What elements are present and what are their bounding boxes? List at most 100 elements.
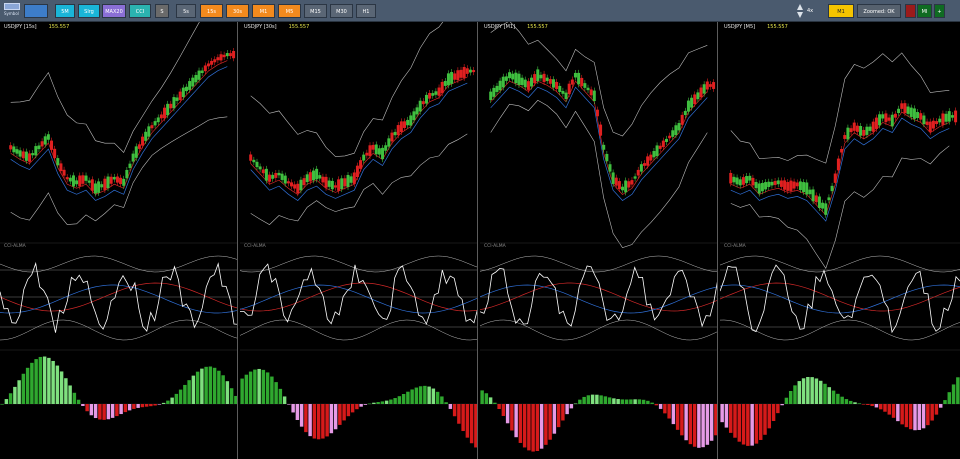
pane-price: 155.557 — [288, 24, 310, 30]
candle — [424, 94, 428, 104]
candle — [830, 185, 834, 192]
tf-5m-button[interactable]: 5M — [55, 4, 75, 18]
histogram-bar — [21, 373, 26, 404]
mi-toggle-button[interactable]: MI — [917, 4, 932, 18]
candle — [87, 180, 91, 183]
candle — [337, 179, 341, 191]
indicator-label: CCI-ALMA — [724, 244, 746, 249]
upper-band-line — [250, 22, 444, 157]
candle — [365, 152, 369, 156]
candle — [621, 186, 625, 191]
histogram-bar — [943, 400, 947, 404]
chart-canvas[interactable] — [0, 22, 238, 459]
tf-m5-button[interactable]: M5 — [278, 4, 301, 18]
histogram-bar — [240, 378, 244, 404]
symbol-select-button[interactable] — [24, 4, 48, 18]
histogram-bar — [0, 404, 4, 405]
candle — [916, 112, 920, 119]
chart-canvas[interactable] — [480, 22, 718, 459]
candle — [18, 150, 22, 157]
candle — [702, 84, 706, 94]
candle — [583, 83, 587, 88]
candle — [599, 124, 603, 136]
candle — [792, 181, 796, 189]
histogram-bar — [34, 359, 38, 404]
histogram-bar — [299, 404, 304, 427]
histogram-bar — [692, 404, 697, 447]
zoom-status-button[interactable]: Zoomed: OK — [857, 4, 901, 18]
histogram-bar — [221, 375, 225, 404]
histogram-bar — [144, 404, 149, 407]
candle — [396, 125, 400, 136]
histogram-bar — [810, 377, 814, 404]
pane-header: USDJPY [M1] 155.557 — [484, 24, 548, 30]
histogram-bar — [257, 368, 261, 404]
strategy-button[interactable]: Slrg — [78, 4, 100, 18]
spinner-up-icon[interactable] — [797, 4, 803, 10]
tf-m30-button[interactable]: M30 — [330, 4, 353, 18]
lower-band-line — [490, 99, 708, 249]
candle — [874, 117, 878, 129]
candle — [315, 168, 319, 180]
spinner-down-icon[interactable] — [797, 12, 803, 18]
tf-m15-button[interactable]: M15 — [304, 4, 327, 18]
histogram-bar — [561, 404, 565, 421]
candle — [732, 176, 736, 183]
candle — [249, 154, 253, 161]
candle — [833, 173, 837, 183]
s-button[interactable]: S — [155, 4, 169, 18]
pane-price: 155.557 — [48, 24, 70, 30]
histogram-bar — [947, 392, 952, 404]
candle — [912, 108, 916, 119]
tf-5s-button[interactable]: 5s — [176, 4, 196, 18]
histogram-bar — [274, 382, 278, 404]
max20-button[interactable]: MAX20 — [102, 4, 126, 18]
cci-button[interactable]: CCI — [129, 4, 151, 18]
chart-pane-30s[interactable]: USDJPY [30s] 155.557 CCI-ALMA — [240, 22, 478, 459]
candle — [56, 158, 60, 166]
pane-symbol: USDJPY [M5] — [724, 24, 756, 30]
candle — [15, 149, 19, 154]
histogram-bar — [595, 394, 599, 404]
histogram-bar — [81, 404, 85, 406]
histogram-bar — [861, 404, 866, 405]
candle — [274, 172, 278, 178]
histogram-bar — [474, 404, 477, 448]
histogram-bar — [166, 400, 170, 404]
tf-30s-button[interactable]: 30s — [226, 4, 249, 18]
red-toggle-button[interactable] — [905, 4, 916, 18]
candle — [219, 54, 223, 61]
histogram-bar — [565, 404, 569, 415]
candle — [919, 113, 923, 120]
candle — [252, 159, 256, 163]
histogram-bar — [733, 404, 737, 438]
tf-15s-button[interactable]: 15s — [200, 4, 223, 18]
chart-canvas[interactable] — [240, 22, 478, 459]
chart-pane-m1[interactable]: USDJPY [M1] 155.557 CCI-ALMA — [480, 22, 718, 459]
candle — [181, 87, 185, 98]
candle — [302, 178, 306, 186]
candle — [735, 177, 739, 185]
candle — [564, 92, 568, 100]
m1-badge[interactable]: M1 — [828, 4, 854, 18]
histogram-bar — [853, 402, 857, 404]
histogram-bar — [102, 404, 106, 420]
tf-m1-button[interactable]: M1 — [252, 4, 275, 18]
chart-pane-m5[interactable]: USDJPY [M5] 155.557 CCI-ALMA — [720, 22, 960, 459]
chart-canvas[interactable] — [720, 22, 960, 459]
candle — [944, 113, 948, 122]
plus-button[interactable]: + — [934, 4, 945, 18]
candle — [290, 182, 294, 187]
histogram-bar — [510, 404, 514, 431]
candle — [147, 126, 151, 137]
tf-h1-button[interactable]: H1 — [356, 4, 376, 18]
candle — [539, 74, 543, 79]
candle — [65, 177, 69, 180]
histogram-bar — [153, 404, 157, 406]
histogram-bar — [13, 386, 17, 404]
histogram-bar — [85, 404, 89, 412]
candle — [931, 120, 935, 129]
chart-pane-15s[interactable]: USDJPY [15s] 155.557 CCI-ALMA — [0, 22, 238, 459]
histogram-bar — [746, 404, 750, 446]
candle — [175, 97, 179, 101]
